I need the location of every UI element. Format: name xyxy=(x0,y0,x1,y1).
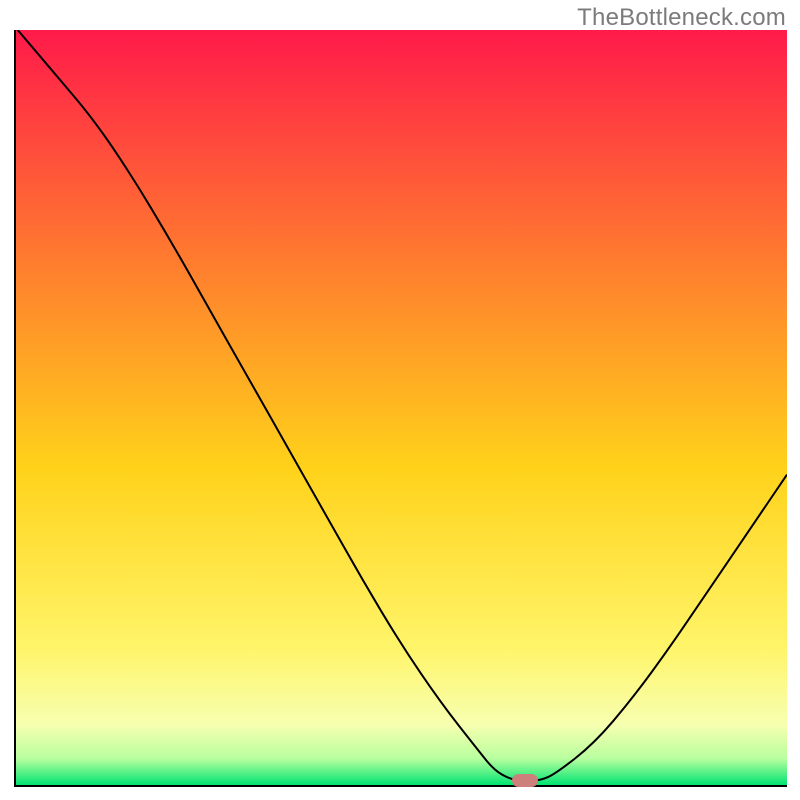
plot-area xyxy=(14,30,787,787)
y-axis xyxy=(14,30,16,787)
gradient-background xyxy=(16,30,787,785)
chart-container: TheBottleneck.com xyxy=(0,0,800,800)
watermark-text: TheBottleneck.com xyxy=(577,4,786,32)
highlight-marker xyxy=(512,774,538,787)
plot-svg xyxy=(14,30,787,787)
x-axis xyxy=(14,785,787,787)
